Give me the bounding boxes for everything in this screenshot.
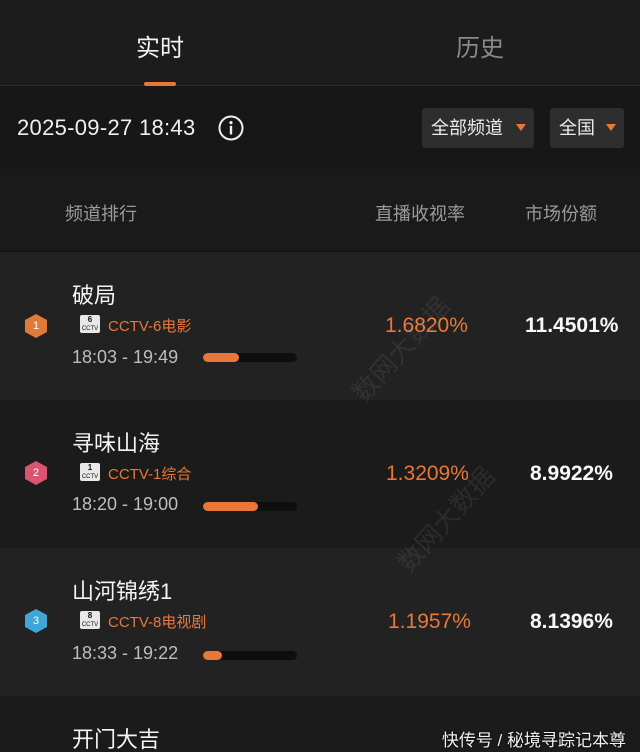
active-tab-indicator [144,82,176,86]
share-value: 11.4501% [525,314,619,337]
rank-badge: 2 [23,460,49,486]
caret-down-icon [606,124,616,131]
progress-bar [203,353,297,362]
footer-watermark: 快传号 / 秘境寻踪记本尊 [441,731,626,750]
progress-fill [203,502,258,511]
share-value: 8.1396% [530,610,613,633]
time-range: 18:03 - 19:49 [72,347,179,367]
channel-name: CCTV-1综合 [108,466,192,483]
cctv-logo-icon: 8 CCTV [80,611,100,629]
column-header-share[interactable]: 市场份额 [525,200,597,226]
column-header-rank[interactable]: 频道排行 [65,200,137,226]
caret-down-icon [516,124,526,131]
cctv-logo-icon: 6 CCTV [80,315,100,333]
cctv-logo-icon: 1 CCTV [80,463,100,481]
progress-fill [203,353,239,362]
share-value: 8.9922% [530,462,613,485]
tab-realtime[interactable]: 实时 [136,28,184,63]
progress-fill [203,651,222,660]
progress-bar [203,651,297,660]
tab-history[interactable]: 历史 [456,28,504,63]
update-datetime: 2025-09-27 18:43 [17,115,196,140]
program-title: 开门大吉 [72,727,161,752]
program-title: 破局 [72,283,117,308]
rank-number: 2 [32,467,40,479]
channel-filter-value: 全部频道 [431,118,503,138]
channel-name: CCTV-6电影 [108,318,192,335]
rating-value: 1.1957% [388,610,471,633]
table-header: 频道排行 直播收视率 市场份额 [0,169,640,251]
region-filter-dropdown[interactable]: 全国 [550,108,624,148]
rank-badge: 3 [23,608,49,634]
filter-bar: 2025-09-27 18:43 [0,87,640,169]
program-title: 山河锦绣1 [72,579,173,604]
tab-bar: 实时 历史 [0,0,640,86]
program-title: 寻味山海 [72,431,161,456]
region-filter-value: 全国 [559,118,595,138]
rank-badge: 1 [23,313,49,339]
info-icon[interactable] [218,115,244,141]
rank-number: 1 [32,320,40,332]
time-range: 18:33 - 19:22 [72,643,179,663]
channel-filter-dropdown[interactable]: 全部频道 [422,108,534,148]
column-header-rating[interactable]: 直播收视率 [375,200,465,226]
progress-bar [203,502,297,511]
rank-number: 3 [32,615,40,627]
channel-name: CCTV-8电视剧 [108,614,207,631]
time-range: 18:20 - 19:00 [72,494,179,514]
